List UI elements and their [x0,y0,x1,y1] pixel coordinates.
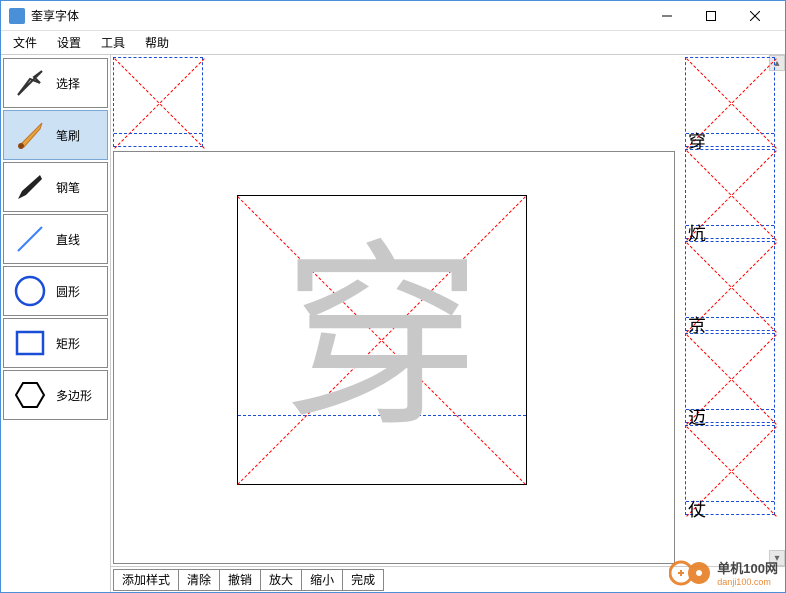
done-button[interactable]: 完成 [342,569,384,591]
reference-grid-cell [113,57,203,147]
toolbox: 选择 笔刷 钢笔 直线 圆形 矩形 [1,55,111,592]
zoom-in-button[interactable]: 放大 [260,569,302,591]
tool-line[interactable]: 直线 [3,214,108,264]
app-icon [9,8,25,24]
glyph-list-cell[interactable]: 京 [685,241,775,331]
tool-label: 多边形 [56,387,92,404]
circle-icon [10,271,50,311]
window-title: 奎享字体 [31,7,645,24]
glyph-list-cell[interactable]: 迈 [685,333,775,423]
close-button[interactable] [733,2,777,30]
hexagon-icon [10,375,50,415]
menu-file[interactable]: 文件 [5,32,45,53]
line-icon [10,219,50,259]
tool-label: 钢笔 [56,179,80,196]
glyph-list-cell[interactable]: 仗 [685,425,775,515]
tool-polygon[interactable]: 多边形 [3,370,108,420]
tool-circle[interactable]: 圆形 [3,266,108,316]
current-glyph: 穿 [238,196,526,486]
watermark-brand: 单机100网 [717,558,778,577]
rectangle-icon [10,323,50,363]
gamepad-icon [669,559,713,587]
glyph-char: 仗 [688,496,706,522]
arrow-cursor-icon [10,63,50,103]
add-style-button[interactable]: 添加样式 [113,569,179,591]
titlebar: 奎享字体 [1,1,785,31]
watermark: 单机100网 danji100.com [669,558,778,587]
menu-tools[interactable]: 工具 [93,32,133,53]
tool-label: 选择 [56,75,80,92]
clear-button[interactable]: 清除 [178,569,220,591]
zoom-out-button[interactable]: 缩小 [301,569,343,591]
glyph-edit-cell[interactable]: 穿 [237,195,527,485]
glyph-list-cell[interactable]: 穿 [685,57,775,147]
tool-label: 笔刷 [56,127,80,144]
tool-select[interactable]: 选择 [3,58,108,108]
tool-label: 圆形 [56,283,80,300]
tool-pen[interactable]: 钢笔 [3,162,108,212]
menu-settings[interactable]: 设置 [49,32,89,53]
menubar: 文件 设置 工具 帮助 [1,31,785,55]
fountain-pen-icon [10,167,50,207]
watermark-url: danji100.com [717,577,778,587]
glyph-list-cell[interactable]: 炕 [685,149,775,239]
tool-rect[interactable]: 矩形 [3,318,108,368]
canvas-area[interactable]: 穿 [111,55,677,566]
minimize-button[interactable] [645,2,689,30]
tool-label: 矩形 [56,335,80,352]
brush-icon [10,115,50,155]
tool-brush[interactable]: 笔刷 [3,110,108,160]
tool-label: 直线 [56,231,80,248]
menu-help[interactable]: 帮助 [137,32,177,53]
undo-button[interactable]: 撤销 [219,569,261,591]
glyph-side-list[interactable]: ▴ 穿 炕 京 迈 仗 ▾ [677,55,785,566]
maximize-button[interactable] [689,2,733,30]
